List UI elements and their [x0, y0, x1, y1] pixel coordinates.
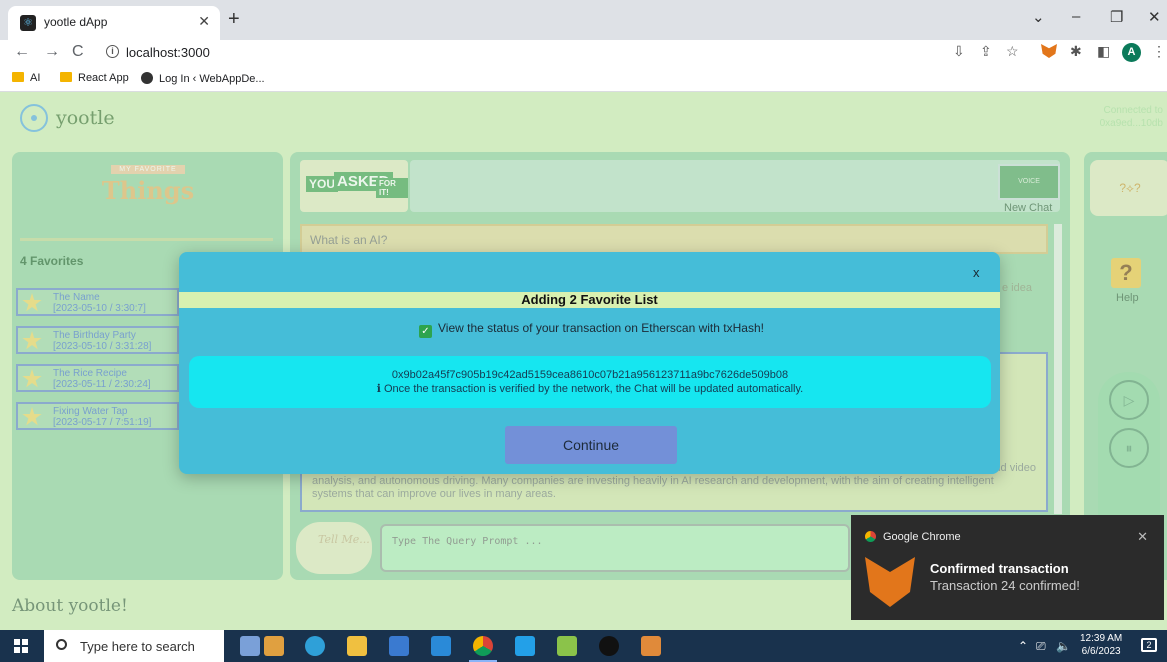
chrome-icon [865, 531, 876, 542]
bookmark-react-app[interactable]: React App [60, 72, 129, 84]
profile-avatar[interactable]: A [1122, 43, 1141, 62]
share-icon[interactable]: ⇪ [980, 43, 992, 60]
address-bar[interactable]: i localhost:3000 [96, 41, 936, 65]
restore-icon[interactable]: ❐ [1110, 8, 1123, 26]
notification-app: Google Chrome [883, 531, 961, 543]
window-close-icon[interactable]: ✕ [1148, 8, 1161, 26]
tx-hash: 0x9b02a45f7c905b19c42ad5159cea8610c07b21… [391, 369, 789, 381]
checkmark-icon: ✓ [419, 325, 432, 338]
tab-title: yootle dApp [44, 15, 108, 29]
tx-hash-box: 0x9b02a45f7c905b19c42ad5159cea8610c07b21… [189, 356, 991, 408]
mail-icon[interactable] [431, 636, 451, 656]
bookmark-ai[interactable]: AI [12, 72, 40, 84]
url-text: localhost:3000 [126, 45, 210, 60]
notepad-icon[interactable] [557, 636, 577, 656]
back-icon[interactable]: ← [14, 43, 30, 61]
notification-body: Transaction 24 confirmed! [930, 578, 1080, 593]
modal-close-button[interactable]: x [973, 265, 980, 280]
clock-date: 6/6/2023 [1081, 646, 1121, 657]
extensions-icon[interactable]: ✱ [1070, 43, 1082, 60]
bookmark-login-label: Log In ‹ WebAppDe... [159, 73, 265, 85]
etherscan-status-text: View the status of your transaction on E… [438, 321, 764, 335]
tab-strip: ⚛ yootle dApp ✕ + ⌄ – ❐ ✕ [0, 0, 1167, 40]
wordpress-icon [141, 72, 153, 84]
chrome-notification[interactable]: Google Chrome ✕ Confirmed transaction Tr… [851, 515, 1164, 620]
app-icon[interactable] [240, 636, 260, 656]
reload-icon[interactable]: C [72, 43, 84, 61]
clock-time: 12:39 AM [1080, 633, 1123, 644]
continue-button[interactable]: Continue [505, 426, 677, 464]
site-info-icon[interactable]: i [106, 45, 119, 58]
app-icon[interactable] [264, 636, 284, 656]
network-icon[interactable]: ⎚ [1036, 639, 1046, 654]
minimize-icon[interactable]: – [1072, 8, 1080, 25]
file-explorer-icon[interactable] [347, 636, 367, 656]
folder-icon [12, 72, 24, 82]
tray-chevron-icon[interactable]: ⌃ [1018, 639, 1028, 653]
sidepanel-icon[interactable]: ◧ [1097, 43, 1110, 60]
bookmarks-bar: AI React App Log In ‹ WebAppDe... [0, 66, 1167, 92]
system-clock[interactable]: 12:39 AM 6/6/2023 [1080, 632, 1122, 658]
tab-search-icon[interactable]: ⌄ [1032, 8, 1045, 26]
chrome-taskbar-icon[interactable] [473, 636, 493, 656]
edge-icon[interactable] [305, 636, 325, 656]
windows-taskbar: Type here to search ⌃ ⎚ 🔈 12:39 AM 6/6/2… [0, 630, 1167, 662]
volume-icon[interactable]: 🔈 [1056, 639, 1071, 653]
favorite-tx-modal: x Adding 2 Favorite List ✓ View the statu… [179, 252, 1000, 474]
store-icon[interactable] [389, 636, 409, 656]
search-icon [56, 639, 67, 650]
forward-icon[interactable]: → [44, 43, 60, 61]
notification-source: Google Chrome [865, 531, 961, 543]
etherscan-status-link[interactable]: ✓ View the status of your transaction on … [419, 321, 764, 338]
vscode-icon[interactable] [515, 636, 535, 656]
toolbar: ← → C i localhost:3000 ⇩ ⇪ ☆ ✱ ◧ ⋮ [0, 40, 1167, 66]
windows-start-icon[interactable] [14, 639, 28, 653]
tab-yootle[interactable]: ⚛ yootle dApp ✕ [8, 6, 220, 40]
metamask-fox-icon [865, 557, 915, 607]
tx-note: ℹ Once the transaction is verified by th… [376, 383, 804, 395]
notification-title: Confirmed transaction [930, 561, 1069, 576]
bookmark-ai-label: AI [30, 72, 41, 84]
taskbar-search-text: Type here to search [80, 639, 195, 654]
taskbar-search[interactable]: Type here to search [44, 630, 224, 662]
tab-close-icon[interactable]: ✕ [198, 13, 210, 30]
modal-title: Adding 2 Favorite List [179, 292, 1000, 308]
app-icon[interactable] [641, 636, 661, 656]
notification-close-icon[interactable]: ✕ [1137, 529, 1148, 545]
folder-icon [60, 72, 72, 82]
new-tab-icon[interactable]: + [228, 8, 240, 31]
bookmark-login[interactable]: Log In ‹ WebAppDe... [141, 72, 265, 85]
bookmark-react-label: React App [78, 72, 129, 84]
react-favicon-icon: ⚛ [20, 15, 36, 31]
bookmark-star-icon[interactable]: ☆ [1006, 43, 1019, 60]
notification-center-icon[interactable]: 2 [1141, 638, 1157, 652]
menu-icon[interactable]: ⋮ [1152, 43, 1166, 60]
app-icon[interactable] [599, 636, 619, 656]
install-icon[interactable]: ⇩ [953, 43, 965, 60]
